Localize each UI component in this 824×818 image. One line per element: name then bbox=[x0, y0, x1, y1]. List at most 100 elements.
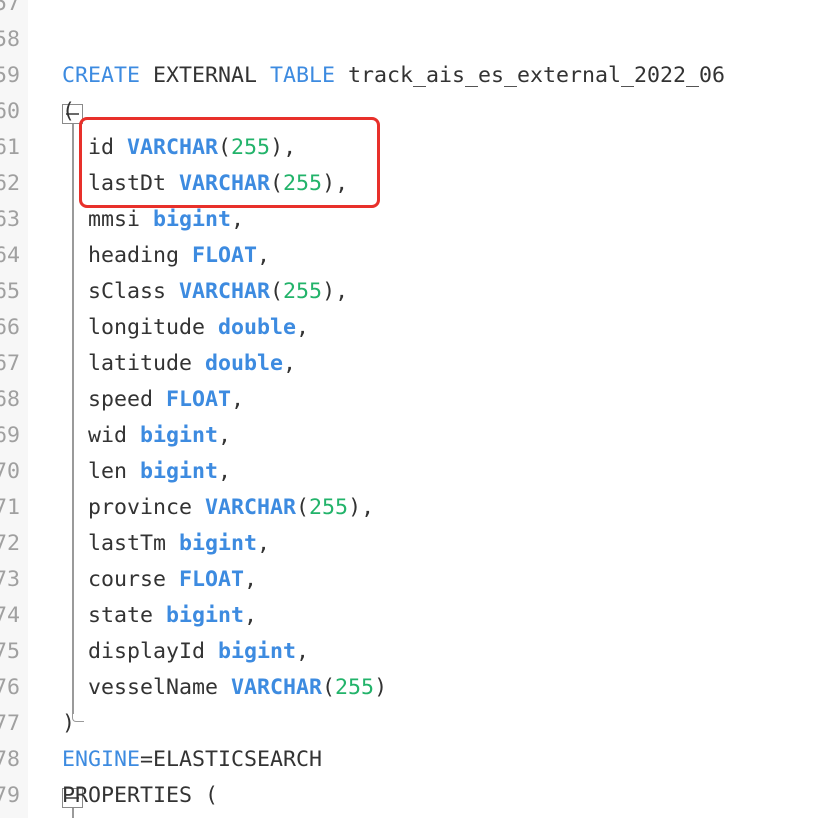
code-text: ENGINE=ELASTICSEARCH bbox=[62, 742, 322, 778]
code-token: wid bbox=[62, 423, 141, 448]
code-text: heading FLOAT, bbox=[62, 238, 270, 274]
sql-keyword: VARCHAR bbox=[205, 495, 297, 520]
line-number: 71 bbox=[0, 495, 21, 520]
line-number: 78 bbox=[0, 747, 21, 772]
annotation-highlight-box bbox=[79, 117, 380, 208]
code-line[interactable]: 59 CREATE EXTERNAL TABLE track_ais_es_ext… bbox=[0, 58, 824, 94]
code-text: longitude double, bbox=[62, 310, 309, 346]
code-token: displayId bbox=[62, 639, 219, 664]
line-number: 76 bbox=[0, 675, 21, 700]
sql-keyword: bigint bbox=[218, 639, 297, 664]
code-line[interactable]: 57 bbox=[0, 0, 824, 22]
code-text: len bigint, bbox=[62, 454, 231, 490]
code-token: , bbox=[257, 531, 271, 556]
code-token: ( bbox=[62, 99, 76, 124]
code-token: , bbox=[257, 243, 271, 268]
line-number: 77 bbox=[0, 711, 21, 736]
code-token: , bbox=[244, 567, 258, 592]
line-number: 63 bbox=[0, 207, 21, 232]
code-token: speed bbox=[62, 387, 167, 412]
code-text: vesselName VARCHAR(255) bbox=[62, 670, 387, 706]
code-token: state bbox=[62, 603, 167, 628]
sql-keyword: FLOAT bbox=[166, 387, 232, 412]
sql-keyword: VARCHAR bbox=[231, 675, 323, 700]
code-token: , bbox=[218, 423, 232, 448]
code-editor[interactable]: 57 58 59 CREATE EXTERNAL TABLE track_ais_es… bbox=[0, 0, 824, 818]
number-literal: 255 bbox=[335, 675, 375, 700]
code-line[interactable]: 73 course FLOAT, bbox=[0, 562, 824, 598]
code-token: lastTm bbox=[62, 531, 180, 556]
code-text: course FLOAT, bbox=[62, 562, 257, 598]
code-line[interactable]: 77) bbox=[0, 706, 824, 742]
code-text: speed FLOAT, bbox=[62, 382, 244, 418]
code-token: province bbox=[62, 495, 206, 520]
line-number: 70 bbox=[0, 459, 21, 484]
code-line[interactable]: 72 lastTm bigint, bbox=[0, 526, 824, 562]
code-token: vesselName bbox=[62, 675, 232, 700]
sql-keyword: bigint bbox=[140, 423, 219, 448]
sql-keyword: CREATE bbox=[62, 63, 141, 88]
line-number: 74 bbox=[0, 603, 21, 628]
code-token: , bbox=[296, 315, 310, 340]
sql-keyword: double bbox=[205, 351, 284, 376]
sql-keyword: bigint bbox=[166, 603, 245, 628]
line-number: 66 bbox=[0, 315, 21, 340]
code-line[interactable]: 66 longitude double, bbox=[0, 310, 824, 346]
code-line[interactable]: 79 PROPERTIES ( bbox=[0, 778, 824, 814]
code-line[interactable]: 75 displayId bigint, bbox=[0, 634, 824, 670]
sql-keyword: FLOAT bbox=[192, 243, 258, 268]
code-token: ) bbox=[374, 675, 388, 700]
code-text: lastTm bigint, bbox=[62, 526, 270, 562]
code-line[interactable]: 68 speed FLOAT, bbox=[0, 382, 824, 418]
code-token: , bbox=[283, 351, 297, 376]
code-text: sClass VARCHAR(255), bbox=[62, 274, 348, 310]
code-token: ( bbox=[270, 279, 284, 304]
number-literal: 255 bbox=[309, 495, 349, 520]
code-token: ), bbox=[322, 279, 349, 304]
line-number: 61 bbox=[0, 135, 21, 160]
code-token: len bbox=[62, 459, 141, 484]
sql-keyword: bigint bbox=[179, 531, 258, 556]
code-text: ( bbox=[62, 94, 75, 130]
code-text: wid bigint, bbox=[62, 418, 231, 454]
line-number: 69 bbox=[0, 423, 21, 448]
code-text: CREATE EXTERNAL TABLE track_ais_es_exter… bbox=[62, 58, 725, 94]
line-number: 79 bbox=[0, 783, 21, 808]
code-token: track_ais_es_external_2022_06 bbox=[335, 63, 726, 88]
code-line[interactable]: 64 heading FLOAT, bbox=[0, 238, 824, 274]
code-line[interactable]: 71 province VARCHAR(255), bbox=[0, 490, 824, 526]
code-token: ( bbox=[322, 675, 336, 700]
code-text: state bigint, bbox=[62, 598, 257, 634]
code-line[interactable]: 70 len bigint, bbox=[0, 454, 824, 490]
code-token: ), bbox=[348, 495, 375, 520]
code-line[interactable]: 58 bbox=[0, 22, 824, 58]
line-number: 75 bbox=[0, 639, 21, 664]
code-line[interactable]: 76 vesselName VARCHAR(255) bbox=[0, 670, 824, 706]
code-token: , bbox=[218, 459, 232, 484]
code-token: , bbox=[231, 207, 245, 232]
code-token: latitude bbox=[62, 351, 206, 376]
code-line[interactable]: 67 latitude double, bbox=[0, 346, 824, 382]
code-line[interactable]: 69 wid bigint, bbox=[0, 418, 824, 454]
code-line[interactable]: 65 sClass VARCHAR(255), bbox=[0, 274, 824, 310]
code-token: ( bbox=[296, 495, 310, 520]
line-number: 62 bbox=[0, 171, 21, 196]
code-token: heading bbox=[62, 243, 193, 268]
line-number: 59 bbox=[0, 63, 21, 88]
line-number: 64 bbox=[0, 243, 21, 268]
line-number: 73 bbox=[0, 567, 21, 592]
line-number: 65 bbox=[0, 279, 21, 304]
sql-keyword: VARCHAR bbox=[179, 279, 271, 304]
code-token: , bbox=[296, 639, 310, 664]
line-number: 68 bbox=[0, 387, 21, 412]
code-token: longitude bbox=[62, 315, 219, 340]
code-line[interactable]: 78 ENGINE=ELASTICSEARCH bbox=[0, 742, 824, 778]
code-text: latitude double, bbox=[62, 346, 296, 382]
sql-keyword: double bbox=[218, 315, 297, 340]
code-token: =ELASTICSEARCH bbox=[140, 747, 323, 772]
code-text: ) bbox=[62, 706, 75, 742]
sql-keyword: bigint bbox=[153, 207, 232, 232]
code-text: province VARCHAR(255), bbox=[62, 490, 374, 526]
sql-keyword: TABLE bbox=[270, 63, 336, 88]
code-line[interactable]: 74 state bigint, bbox=[0, 598, 824, 634]
